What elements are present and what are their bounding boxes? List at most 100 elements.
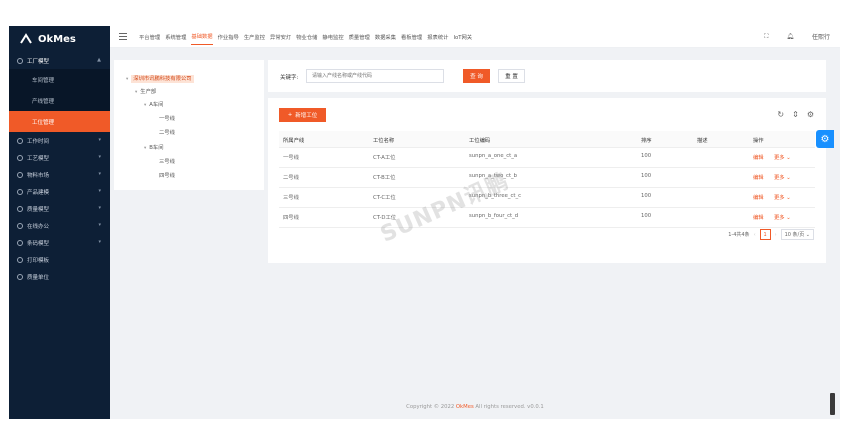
plus-icon: +	[287, 112, 293, 118]
chevron-down-icon: ▾	[98, 222, 101, 228]
next-page-icon[interactable]: ›	[775, 232, 777, 238]
tree-node-label: 一号线	[159, 116, 175, 122]
menu-group-label: 产品建模	[27, 189, 50, 196]
cell-line: 一号线	[283, 155, 299, 161]
column-height-icon[interactable]: ⇕	[792, 110, 799, 119]
circle-icon	[17, 171, 23, 178]
menu-group-factory-model[interactable]: 工厂模型 ▲	[9, 52, 110, 69]
chevron-down-icon: ▾	[98, 205, 101, 211]
nav-item[interactable]: 数据采集	[375, 29, 396, 45]
menu-item-label: 车间管理	[32, 77, 55, 84]
logo-text: OkMes	[38, 33, 76, 45]
tree-node[interactable]: ▾ 生产部	[135, 87, 156, 95]
circle-icon	[17, 137, 23, 144]
nav-item[interactable]: 看板管理	[401, 29, 422, 45]
table-row: 三号线 CT-C工位 sunpn_b_three_ct_c 100 编辑 更多 …	[279, 188, 815, 208]
sidebar: OkMes 工厂模型 ▲ 车间管理 产线管理 工位管理 工作时间 ▾ 工艺模型 ▾ …	[9, 26, 110, 419]
nav-item[interactable]: IoT网关	[453, 29, 472, 45]
menu-group-print-template[interactable]: 打印模板	[9, 251, 110, 268]
logo-icon	[20, 33, 32, 44]
search-panel: 关键字: 查 询 重 置	[268, 60, 826, 92]
column-header: 操作	[753, 138, 764, 144]
circle-icon	[17, 188, 23, 195]
more-link[interactable]: 更多 ⌄	[774, 193, 791, 201]
top-header: 平台管理 系统管理 基础数据 作业指导 生产监控 异常安灯 物业仓储 静电监控 …	[110, 26, 840, 48]
menu-item-workshop[interactable]: 车间管理	[9, 69, 110, 90]
menu-group-label: 质量模型	[27, 206, 50, 213]
chevron-down-icon: ▾	[98, 154, 101, 160]
menu-item-station[interactable]: 工位管理	[9, 111, 110, 132]
footer-brand[interactable]: OkMes	[456, 404, 474, 410]
tree-node[interactable]: ▾ B车间	[144, 143, 164, 151]
more-label: 更多	[774, 195, 785, 201]
edit-link[interactable]: 编辑	[753, 173, 764, 181]
chevron-down-icon: ▾	[98, 239, 101, 245]
cell-order: 100	[641, 173, 652, 179]
menu-item-production-line[interactable]: 产线管理	[9, 90, 110, 111]
footer-rights: All rights reserved. v0.0.1	[475, 404, 544, 410]
settings-drawer-icon[interactable]: ⚙	[816, 130, 834, 148]
tree-node[interactable]: 四号线	[159, 171, 175, 179]
menu-fold-icon[interactable]	[119, 33, 127, 40]
cell-order: 100	[641, 193, 652, 199]
footer-copyright: Copyright © 2022	[406, 404, 455, 410]
user-name[interactable]: 任熙行	[812, 32, 830, 41]
menu-group-label: 物料市场	[27, 172, 50, 179]
nav-item[interactable]: 静电监控	[322, 29, 343, 45]
page-size-select[interactable]: 10 条/页 ⌄	[780, 229, 814, 240]
edit-link[interactable]: 编辑	[753, 193, 764, 201]
nav-item[interactable]: 报表统计	[427, 29, 448, 45]
caret-down-icon: ▾	[144, 103, 147, 108]
settings-icon[interactable]: ⚙	[807, 110, 814, 119]
keyword-input[interactable]	[306, 69, 444, 83]
tree-node[interactable]: 一号线	[159, 114, 175, 122]
menu-item-label: 产线管理	[32, 98, 55, 105]
prev-page-icon[interactable]: ‹	[754, 232, 756, 238]
edit-link[interactable]: 编辑	[753, 153, 764, 161]
logo[interactable]: OkMes	[9, 26, 110, 52]
page-number[interactable]: 1	[759, 229, 771, 240]
more-link[interactable]: 更多 ⌄	[774, 213, 791, 221]
menu-group-label: 工作时间	[27, 138, 50, 145]
menu-group-product-modeling[interactable]: 产品建模 ▾	[9, 183, 110, 200]
cell-order: 100	[641, 213, 652, 219]
tree-node-label: B车间	[149, 145, 164, 151]
more-label: 更多	[774, 175, 785, 181]
add-station-button[interactable]: + 新增工位	[279, 108, 326, 122]
tree-node[interactable]: ▾ A车间	[144, 100, 163, 108]
menu-group-quality-unit[interactable]: 质量单位	[9, 268, 110, 285]
nav-item-active[interactable]: 基础数据	[191, 28, 213, 45]
fullscreen-icon[interactable]: ⛶	[764, 33, 768, 41]
nav-item[interactable]: 平台管理	[139, 29, 160, 45]
tree-node-label: 生产部	[140, 89, 157, 95]
menu-group-quality-model[interactable]: 质量模型 ▾	[9, 200, 110, 217]
query-button[interactable]: 查 询	[463, 69, 490, 83]
caret-down-icon: ▾	[126, 77, 129, 82]
cell-line: 二号线	[283, 175, 299, 181]
scroll-handle[interactable]	[830, 393, 835, 415]
circle-icon	[17, 205, 23, 212]
nav-item[interactable]: 物业仓储	[296, 29, 317, 45]
nav-item[interactable]: 质量管理	[349, 29, 370, 45]
more-link[interactable]: 更多 ⌄	[774, 173, 791, 181]
nav-item[interactable]: 作业指导	[218, 29, 239, 45]
column-header: 排序	[641, 138, 652, 144]
menu-group-process-model[interactable]: 工艺模型 ▾	[9, 149, 110, 166]
menu-group-material-market[interactable]: 物料市场 ▾	[9, 166, 110, 183]
menu-group-online-office[interactable]: 在线办公 ▾	[9, 217, 110, 234]
column-header: 工位编码	[469, 138, 491, 144]
tree-node[interactable]: 三号线	[159, 157, 175, 165]
more-label: 更多	[774, 155, 785, 161]
more-link[interactable]: 更多 ⌄	[774, 153, 791, 161]
menu-group-barcode-model[interactable]: 条码模型 ▾	[9, 234, 110, 251]
nav-item[interactable]: 生产监控	[244, 29, 265, 45]
bell-icon[interactable]: 🔔︎	[786, 33, 794, 40]
nav-item[interactable]: 异常安灯	[270, 29, 291, 45]
tree-node[interactable]: 二号线	[159, 128, 175, 136]
edit-link[interactable]: 编辑	[753, 213, 764, 221]
menu-group-work-time[interactable]: 工作时间 ▾	[9, 132, 110, 149]
nav-item[interactable]: 系统管理	[165, 29, 186, 45]
reset-button[interactable]: 重 置	[498, 69, 525, 83]
tree-node-root[interactable]: ▾ 深圳市讯鹏科技有限公司	[126, 74, 194, 83]
refresh-icon[interactable]: ↻	[777, 110, 784, 119]
